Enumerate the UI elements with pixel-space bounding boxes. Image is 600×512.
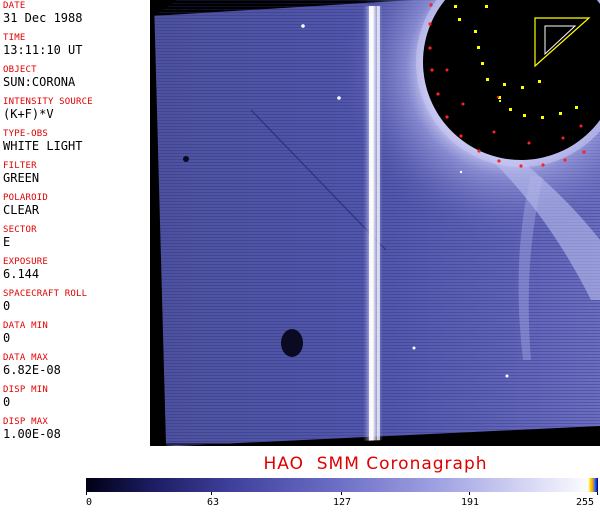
field-value: CLEAR [3,203,40,217]
field-value: 6.144 [3,267,40,281]
field-label: POLAROID [3,193,48,203]
star-point [505,374,509,378]
field-data-min: DATA MIN 0 [3,321,150,353]
field-label: FILTER [3,161,37,171]
field-label: INTENSITY SOURCE [3,97,93,107]
field-date: DATE 31 Dec 1988 [3,1,150,33]
field-value: 0 [3,299,11,313]
color-scale-tick [86,492,87,495]
coronagraph-image [151,0,600,446]
star-point [459,170,463,174]
field-label: TIME [3,33,26,43]
color-scale-tick [341,492,342,495]
field-value: 0 [3,395,11,409]
color-scale-label: 63 [206,497,220,508]
field-exposure: EXPOSURE 6.144 [3,257,150,289]
field-label: SECTOR [3,225,37,235]
field-polaroid: POLAROID CLEAR [3,193,150,225]
field-label: EXPOSURE [3,257,48,267]
field-label: SPACECRAFT ROLL [3,289,88,299]
color-scale-overflow [588,478,598,492]
color-scale-label: 127 [332,497,352,508]
color-scale-label: 255 [575,497,595,508]
field-label: DATA MIN [3,321,48,331]
field-value: E [3,235,11,249]
field-label: TYPE-OBS [3,129,48,139]
color-scale-tick [211,492,212,495]
field-value: 0 [3,331,11,345]
field-label: DISP MAX [3,417,48,427]
pylon-streak-edge [377,6,380,444]
field-value: 1.00E-08 [3,427,61,441]
instrument-title: HAO SMM Coronagraph [263,454,488,474]
field-value: SUN:CORONA [3,75,76,89]
field-object: OBJECT SUN:CORONA [3,65,150,97]
color-scale-label: 191 [460,497,480,508]
field-intensity-source: INTENSITY SOURCE (K+F)*V [3,97,150,129]
field-disp-min: DISP MIN 0 [3,385,150,417]
field-value: GREEN [3,171,40,185]
field-value: 31 Dec 1988 [3,11,83,25]
field-spacecraft-roll: SPACECRAFT ROLL 0 [3,289,150,321]
dust-spot [281,329,303,357]
star-point [301,24,305,28]
field-disp-max: DISP MAX 1.00E-08 [3,417,150,449]
field-data-max: DATA MAX 6.82E-08 [3,353,150,385]
color-scale-bar [86,478,598,492]
field-value: WHITE LIGHT [3,139,83,153]
coronagraph-image-canvas [151,0,600,446]
field-type-obs: TYPE-OBS WHITE LIGHT [3,129,150,161]
field-filter: FILTER GREEN [3,161,150,193]
field-value: (K+F)*V [3,107,54,121]
field-sector: SECTOR E [3,225,150,257]
header-info-panel: DATE 31 Dec 1988 TIME 13:11:10 UT OBJECT… [0,0,151,446]
field-label: OBJECT [3,65,37,75]
color-scale-tick [469,492,470,495]
dust-spot-small [183,156,189,162]
field-value: 13:11:10 UT [3,43,83,57]
pylon-streak-core [369,6,373,444]
field-label: DATE [3,1,26,11]
star-point [337,96,341,100]
field-label: DISP MIN [3,385,48,395]
field-time: TIME 13:11:10 UT [3,33,150,65]
field-label: DATA MAX [3,353,48,363]
star-point [412,346,416,350]
field-value: 6.82E-08 [3,363,61,377]
color-scale-label: 0 [85,497,93,508]
color-scale-tick [597,492,598,495]
